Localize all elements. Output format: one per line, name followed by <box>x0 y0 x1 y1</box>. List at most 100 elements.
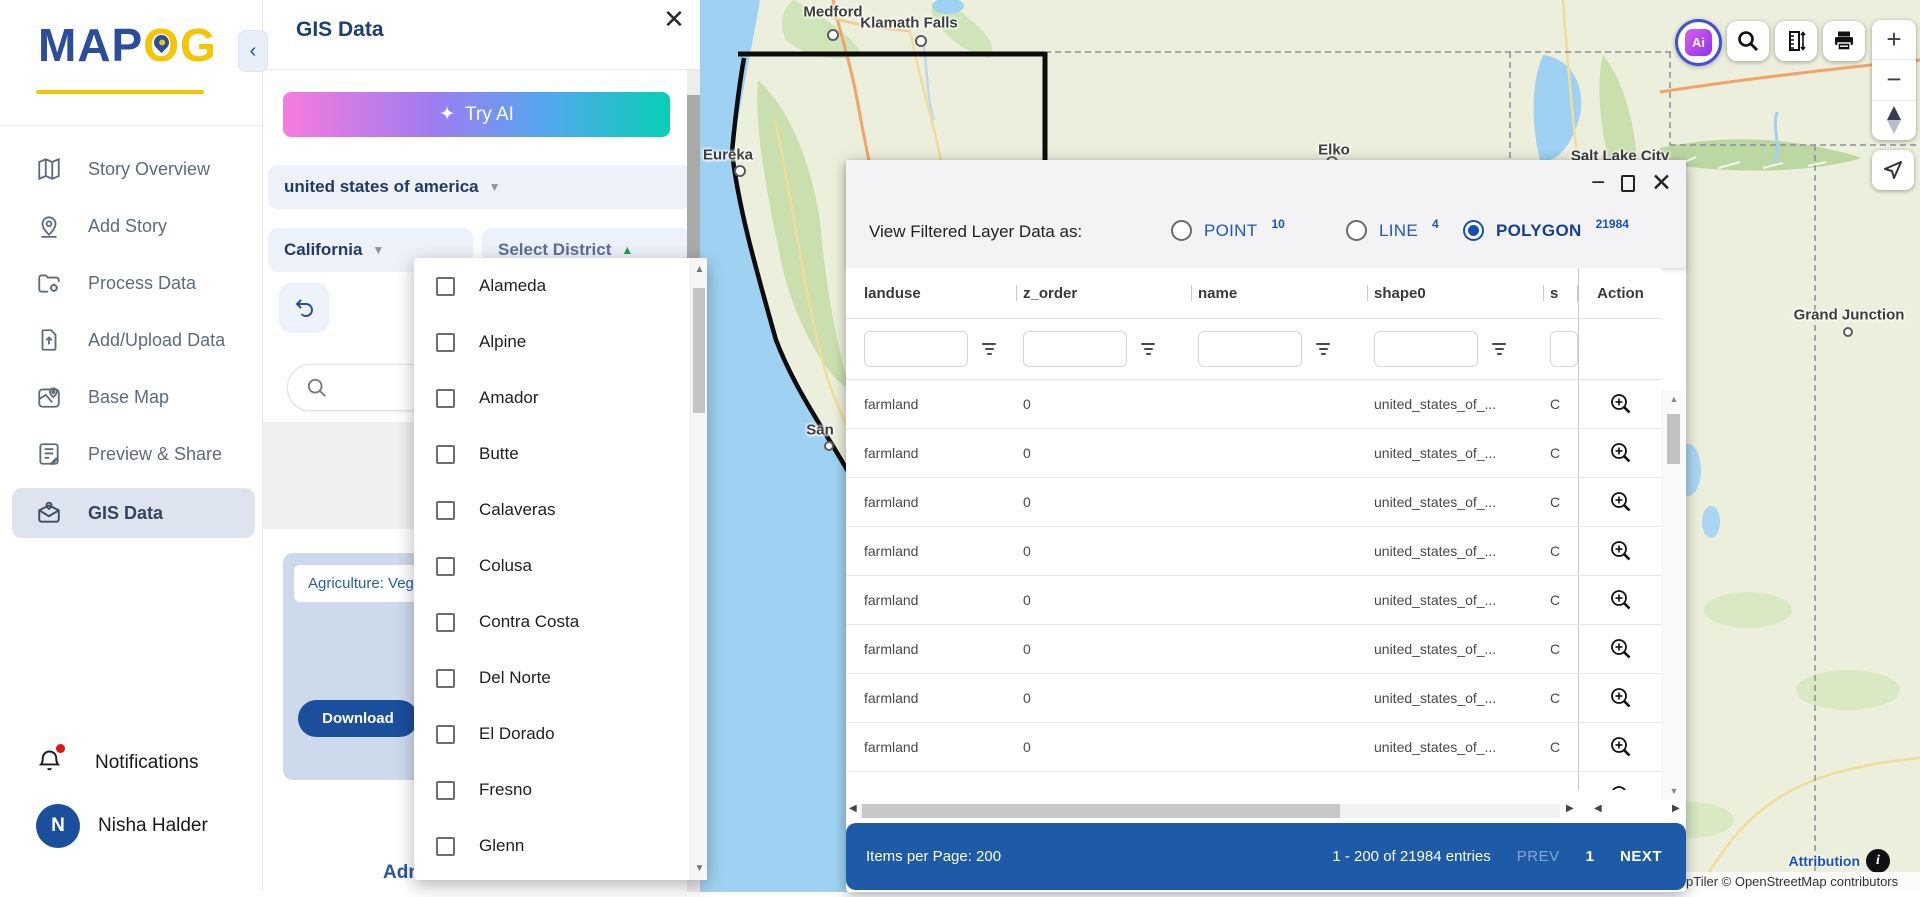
checkbox[interactable] <box>436 836 455 856</box>
zoom-in-button[interactable]: + <box>1872 20 1916 59</box>
zoom-to-feature-button[interactable] <box>1578 429 1662 477</box>
sidebar-item-add-story[interactable]: Add Story <box>12 201 255 251</box>
sidebar-collapse-button[interactable]: ‹ <box>238 30 268 72</box>
scrollbar-thumb[interactable] <box>1667 414 1680 464</box>
district-option[interactable]: Fresno <box>414 762 707 818</box>
table-vertical-scrollbar[interactable]: ▲ ▼ <box>1662 390 1684 800</box>
checkbox[interactable] <box>436 276 455 296</box>
info-icon[interactable]: i <box>1866 849 1890 873</box>
filter-icon[interactable] <box>982 343 996 355</box>
scrollbar-thumb[interactable] <box>693 288 705 413</box>
filter-icon[interactable] <box>1492 343 1506 355</box>
filter-input-shape0[interactable] <box>1374 331 1478 367</box>
divider <box>263 69 700 70</box>
sidebar-item-story-overview[interactable]: Story Overview <box>12 144 255 194</box>
zoom-to-feature-button[interactable] <box>1578 576 1662 624</box>
notifications-item[interactable]: Notifications <box>36 740 256 786</box>
scroll-left-arrow-2[interactable]: ◀ <box>1594 803 1602 814</box>
scrollbar-thumb[interactable] <box>862 804 1340 818</box>
map-print-button[interactable] <box>1823 21 1865 61</box>
col-header-s[interactable]: s <box>1544 268 1578 318</box>
prev-page-button[interactable]: PREV <box>1517 848 1560 865</box>
col-header-name[interactable]: name <box>1192 268 1368 318</box>
filter-icon[interactable] <box>1316 343 1330 355</box>
zoom-to-feature-button[interactable] <box>1578 674 1662 722</box>
scroll-up-arrow[interactable]: ▲ <box>1663 394 1685 404</box>
district-option[interactable]: Colusa <box>414 538 707 594</box>
zoom-to-feature-button[interactable] <box>1578 478 1662 526</box>
district-option[interactable]: Alpine <box>414 314 707 370</box>
radio-line[interactable]: LINE 4 <box>1346 217 1439 241</box>
checkbox[interactable] <box>436 556 455 576</box>
district-option[interactable]: El Dorado <box>414 706 707 762</box>
filter-icon[interactable] <box>1141 343 1155 355</box>
sidebar-item-process-data[interactable]: Process Data <box>12 258 255 308</box>
scroll-right-arrow[interactable]: ▶ <box>1566 803 1574 814</box>
district-option[interactable]: Glenn <box>414 818 707 874</box>
locate-button[interactable] <box>1872 150 1914 190</box>
checkbox[interactable] <box>436 612 455 632</box>
district-option[interactable]: Amador <box>414 370 707 426</box>
col-header-shape0[interactable]: shape0 <box>1368 268 1544 318</box>
zoom-to-feature-button[interactable] <box>1578 723 1662 771</box>
scroll-right-arrow-2[interactable]: ▶ <box>1672 803 1680 814</box>
scroll-up-arrow[interactable]: ▲ <box>691 264 708 275</box>
panel-close-icon[interactable]: ✕ <box>659 4 689 34</box>
undo-button[interactable] <box>279 283 329 333</box>
radio-polygon[interactable]: POLYGON 21984 <box>1463 217 1629 241</box>
next-page-button[interactable]: NEXT <box>1620 848 1662 865</box>
district-option[interactable]: Del Norte <box>414 650 707 706</box>
sidebar-item-add-upload-data[interactable]: Add/Upload Data <box>12 315 255 365</box>
filter-input-name[interactable] <box>1198 331 1302 367</box>
zoom-out-button[interactable]: − <box>1872 59 1916 99</box>
col-header-zorder[interactable]: z_order <box>1017 268 1192 318</box>
checkbox[interactable] <box>436 332 455 352</box>
country-dropdown[interactable]: united states of america ▼ <box>268 165 692 209</box>
download-button[interactable]: Download <box>298 700 418 737</box>
list-share-icon <box>39 443 59 465</box>
close-icon[interactable]: ✕ <box>1651 168 1672 198</box>
map-measure-button[interactable] <box>1775 21 1817 61</box>
checkbox[interactable] <box>436 500 455 520</box>
try-ai-button[interactable]: ✦ Try AI <box>283 92 670 137</box>
table-horizontal-scrollbar[interactable]: ◀ ▶ ◀ ▶ <box>846 800 1686 822</box>
user-profile[interactable]: N Nisha Halder <box>36 800 256 852</box>
app-logo[interactable]: MAPOG <box>38 18 217 72</box>
maximize-icon[interactable] <box>1621 174 1636 192</box>
zoom-to-feature-button[interactable] <box>1578 625 1662 673</box>
layer-chip[interactable]: Agriculture: Veg <box>294 565 428 602</box>
checkbox[interactable] <box>436 444 455 464</box>
district-option[interactable]: Calaveras <box>414 482 707 538</box>
checkbox[interactable] <box>436 780 455 800</box>
map-ai-button[interactable]: Ai <box>1675 19 1722 66</box>
dropdown-scrollbar[interactable]: ▲ ▼ <box>690 258 707 880</box>
district-option[interactable]: Butte <box>414 426 707 482</box>
map-search-button[interactable] <box>1727 21 1769 61</box>
zoom-in-magnifier-icon <box>1611 786 1626 790</box>
attribution-link[interactable]: Attribution <box>1770 853 1860 869</box>
checkbox[interactable] <box>436 668 455 688</box>
layer-data-table: landuse z_order name shape0 s Action far… <box>846 268 1662 790</box>
radio-point[interactable]: POINT 10 <box>1171 217 1285 241</box>
sidebar-item-preview-share[interactable]: Preview & Share <box>12 429 255 479</box>
scroll-down-arrow[interactable]: ▼ <box>691 863 708 874</box>
radio-circle <box>1171 220 1192 241</box>
minimize-icon[interactable]: − <box>1591 171 1605 195</box>
compass-button[interactable] <box>1872 99 1916 140</box>
zoom-to-feature-button[interactable] <box>1578 772 1662 790</box>
zoom-to-feature-button[interactable] <box>1578 527 1662 575</box>
district-option[interactable]: Contra Costa <box>414 594 707 650</box>
sidebar-item-base-map[interactable]: Base Map <box>12 372 255 422</box>
filter-input-landuse[interactable] <box>864 331 968 367</box>
checkbox[interactable] <box>436 388 455 408</box>
district-option[interactable]: Alameda <box>414 258 707 314</box>
zoom-to-feature-button[interactable] <box>1578 380 1662 428</box>
filter-input-s[interactable] <box>1550 331 1578 367</box>
checkbox[interactable] <box>436 724 455 744</box>
scroll-down-arrow[interactable]: ▼ <box>1663 786 1685 796</box>
scroll-left-arrow[interactable]: ◀ <box>849 803 857 814</box>
filter-input-zorder[interactable] <box>1023 331 1127 367</box>
sidebar-item-gis-data[interactable]: GIS Data <box>12 488 255 538</box>
col-header-landuse[interactable]: landuse <box>846 268 1017 318</box>
compass-icon <box>1887 106 1901 135</box>
